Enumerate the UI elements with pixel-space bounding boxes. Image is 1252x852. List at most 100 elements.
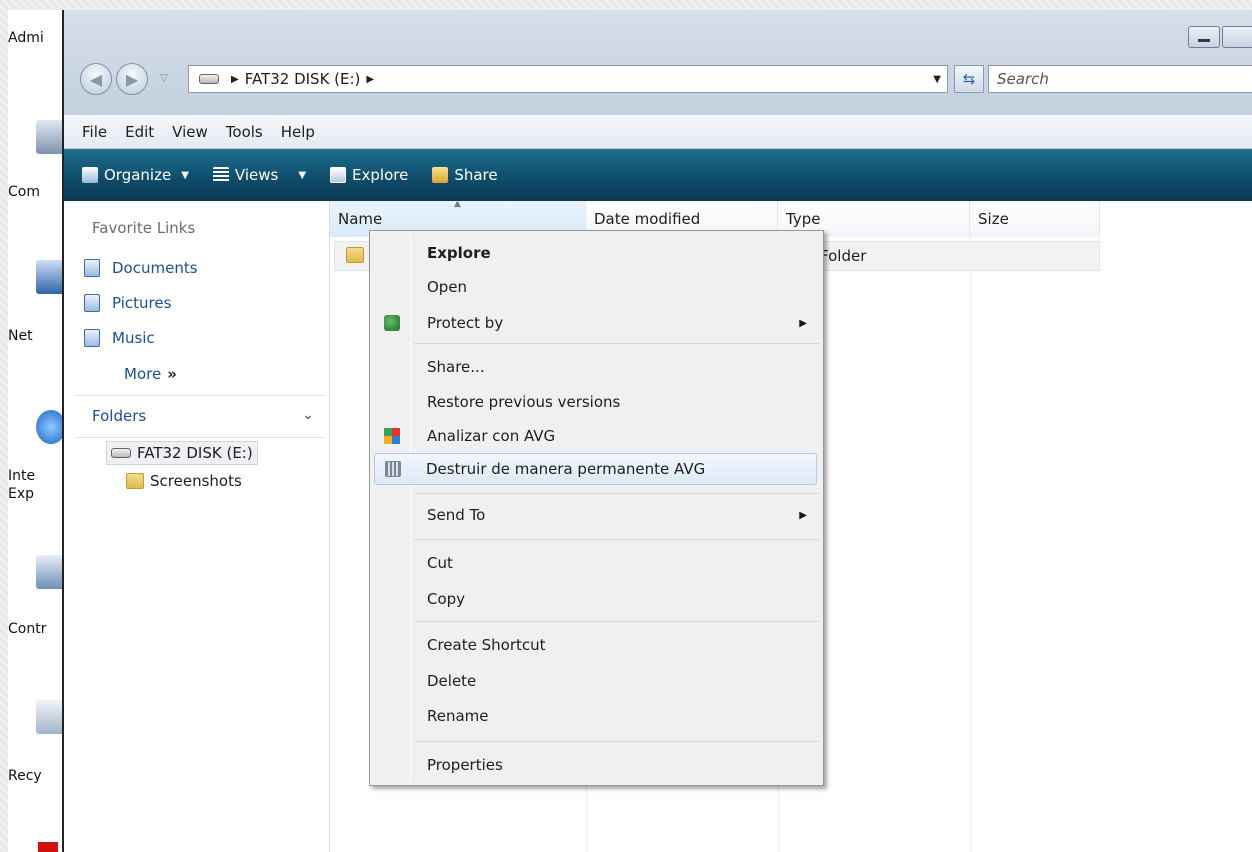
share-button[interactable]: Share (424, 162, 505, 188)
menu-item-label: Destruir de manera permanente AVG (426, 460, 706, 478)
menu-separator (414, 493, 819, 494)
favorite-link-music[interactable]: Music (84, 329, 155, 347)
double-chevron-icon: » (167, 365, 177, 383)
breadcrumb-separator-icon[interactable]: ▶ (231, 74, 239, 85)
back-button[interactable]: ◀ (80, 63, 112, 95)
menu-help[interactable]: Help (281, 123, 315, 141)
menu-item-cut[interactable]: Cut (372, 547, 821, 579)
menu-separator (414, 621, 819, 622)
submenu-arrow-icon: ▶ (799, 317, 807, 329)
minimize-button[interactable] (1188, 26, 1220, 48)
views-button[interactable]: Views ▼ (205, 162, 314, 188)
menu-edit[interactable]: Edit (125, 123, 154, 141)
column-label: Size (978, 210, 1009, 228)
address-bar[interactable]: ▶ FAT32 DISK (E:) ▶ ▼ (188, 65, 948, 93)
column-label: Type (786, 210, 821, 228)
column-divider (970, 237, 971, 852)
command-bar: Organize ▼ Views ▼ Explore Share (64, 149, 1252, 201)
sort-ascending-icon: ▲ (454, 199, 461, 209)
address-dropdown-icon[interactable]: ▼ (933, 74, 941, 85)
column-header-size[interactable]: Size (970, 201, 1100, 237)
menu-item-share[interactable]: Share... (372, 351, 821, 383)
documents-icon (84, 259, 100, 277)
shield-icon (384, 315, 400, 331)
share-label: Share (454, 166, 498, 184)
menu-item-label: Open (427, 278, 468, 296)
navigation-pane: Favorite Links Documents Pictures Music … (64, 201, 330, 852)
chevron-down-icon: ⌄ (302, 407, 314, 423)
window-controls (1188, 26, 1252, 48)
menu-item-protect-by[interactable]: Protect by ▶ (372, 307, 821, 339)
menu-item-open[interactable]: Open (372, 271, 821, 303)
menu-item-label: Copy (427, 590, 466, 608)
menu-item-copy[interactable]: Copy (372, 583, 821, 615)
folders-header[interactable]: Folders ⌄ (92, 407, 314, 425)
column-label: Name (338, 210, 383, 228)
more-label: More (124, 365, 162, 383)
menu-file[interactable]: File (82, 123, 107, 141)
search-input[interactable]: Search (988, 65, 1252, 93)
context-menu: Explore Open Protect by ▶ Share... Resto… (369, 230, 824, 786)
menu-item-analizar-con-avg[interactable]: Analizar con AVG (372, 420, 821, 452)
menu-item-rename[interactable]: Rename (372, 700, 821, 732)
breadcrumb-separator-icon[interactable]: ▶ (366, 74, 374, 85)
forward-button[interactable]: ▶ (116, 63, 148, 95)
organize-button[interactable]: Organize ▼ (74, 162, 197, 188)
favorite-link-pictures[interactable]: Pictures (84, 294, 171, 312)
recent-pages-dropdown[interactable]: ▽ (160, 73, 168, 84)
pane-divider (76, 437, 324, 438)
menu-separator (414, 539, 819, 540)
menu-item-restore-previous-versions[interactable]: Restore previous versions (372, 386, 821, 418)
desktop-icon-label: Exp (8, 486, 35, 502)
desktop-icon-label: Contr (8, 621, 47, 637)
share-icon (432, 167, 449, 183)
favorite-link-label: Music (112, 329, 155, 347)
menu-separator (414, 741, 819, 742)
desktop-icon-label: Inte (8, 468, 36, 484)
menu-item-label: Delete (427, 672, 477, 690)
column-label: Date modified (594, 210, 701, 228)
forward-arrow-icon: ▶ (125, 69, 139, 89)
menu-item-explore[interactable]: Explore (372, 237, 821, 269)
views-icon (212, 167, 229, 183)
menu-item-label: Share... (427, 358, 485, 376)
more-links-button[interactable]: More » (124, 365, 177, 383)
title-bar: ◀ ▶ ▽ ▶ FAT32 DISK (E:) ▶ ▼ ⇆ Search (64, 10, 1252, 115)
menu-item-label: Restore previous versions (427, 393, 621, 411)
explore-label: Explore (352, 166, 409, 184)
menu-separator (414, 343, 819, 344)
menu-item-delete[interactable]: Delete (372, 665, 821, 697)
folder-icon (346, 247, 364, 263)
explore-button[interactable]: Explore (322, 162, 416, 188)
back-arrow-icon: ◀ (89, 69, 103, 89)
row-type-cell: Folder (820, 247, 867, 265)
menu-item-label: Create Shortcut (427, 636, 546, 654)
tree-item-label: Screenshots (150, 472, 242, 490)
tree-item-drive[interactable]: FAT32 DISK (E:) (106, 441, 258, 465)
menu-tools[interactable]: Tools (226, 123, 263, 141)
menu-item-label: Analizar con AVG (427, 427, 556, 445)
menu-item-send-to[interactable]: Send To ▶ (372, 499, 821, 531)
folder-icon (126, 473, 144, 489)
chevron-down-icon: ▼ (298, 169, 307, 181)
favorite-link-documents[interactable]: Documents (84, 259, 198, 277)
maximize-button[interactable] (1222, 26, 1252, 48)
organize-label: Organize (104, 166, 172, 184)
refresh-button[interactable]: ⇆ (954, 65, 984, 93)
tree-item-label: FAT32 DISK (E:) (137, 444, 253, 462)
tree-item-screenshots[interactable]: Screenshots (126, 472, 242, 490)
drive-icon (199, 74, 219, 84)
pictures-icon (84, 294, 100, 312)
avg-icon (384, 428, 400, 444)
menu-item-destruir-avg[interactable]: Destruir de manera permanente AVG (374, 453, 817, 485)
breadcrumb-drive[interactable]: FAT32 DISK (E:) (245, 70, 361, 88)
menu-item-properties[interactable]: Properties (372, 749, 821, 781)
explore-icon (330, 167, 347, 183)
desktop-icon-label: Net (8, 328, 33, 344)
drive-icon (111, 448, 131, 458)
menu-view[interactable]: View (172, 123, 208, 141)
menu-item-create-shortcut[interactable]: Create Shortcut (372, 629, 821, 661)
desktop-strip: Admi Com Net Inte Exp Contr Recy (8, 10, 66, 852)
pane-divider (76, 395, 324, 396)
organize-icon (82, 167, 98, 183)
